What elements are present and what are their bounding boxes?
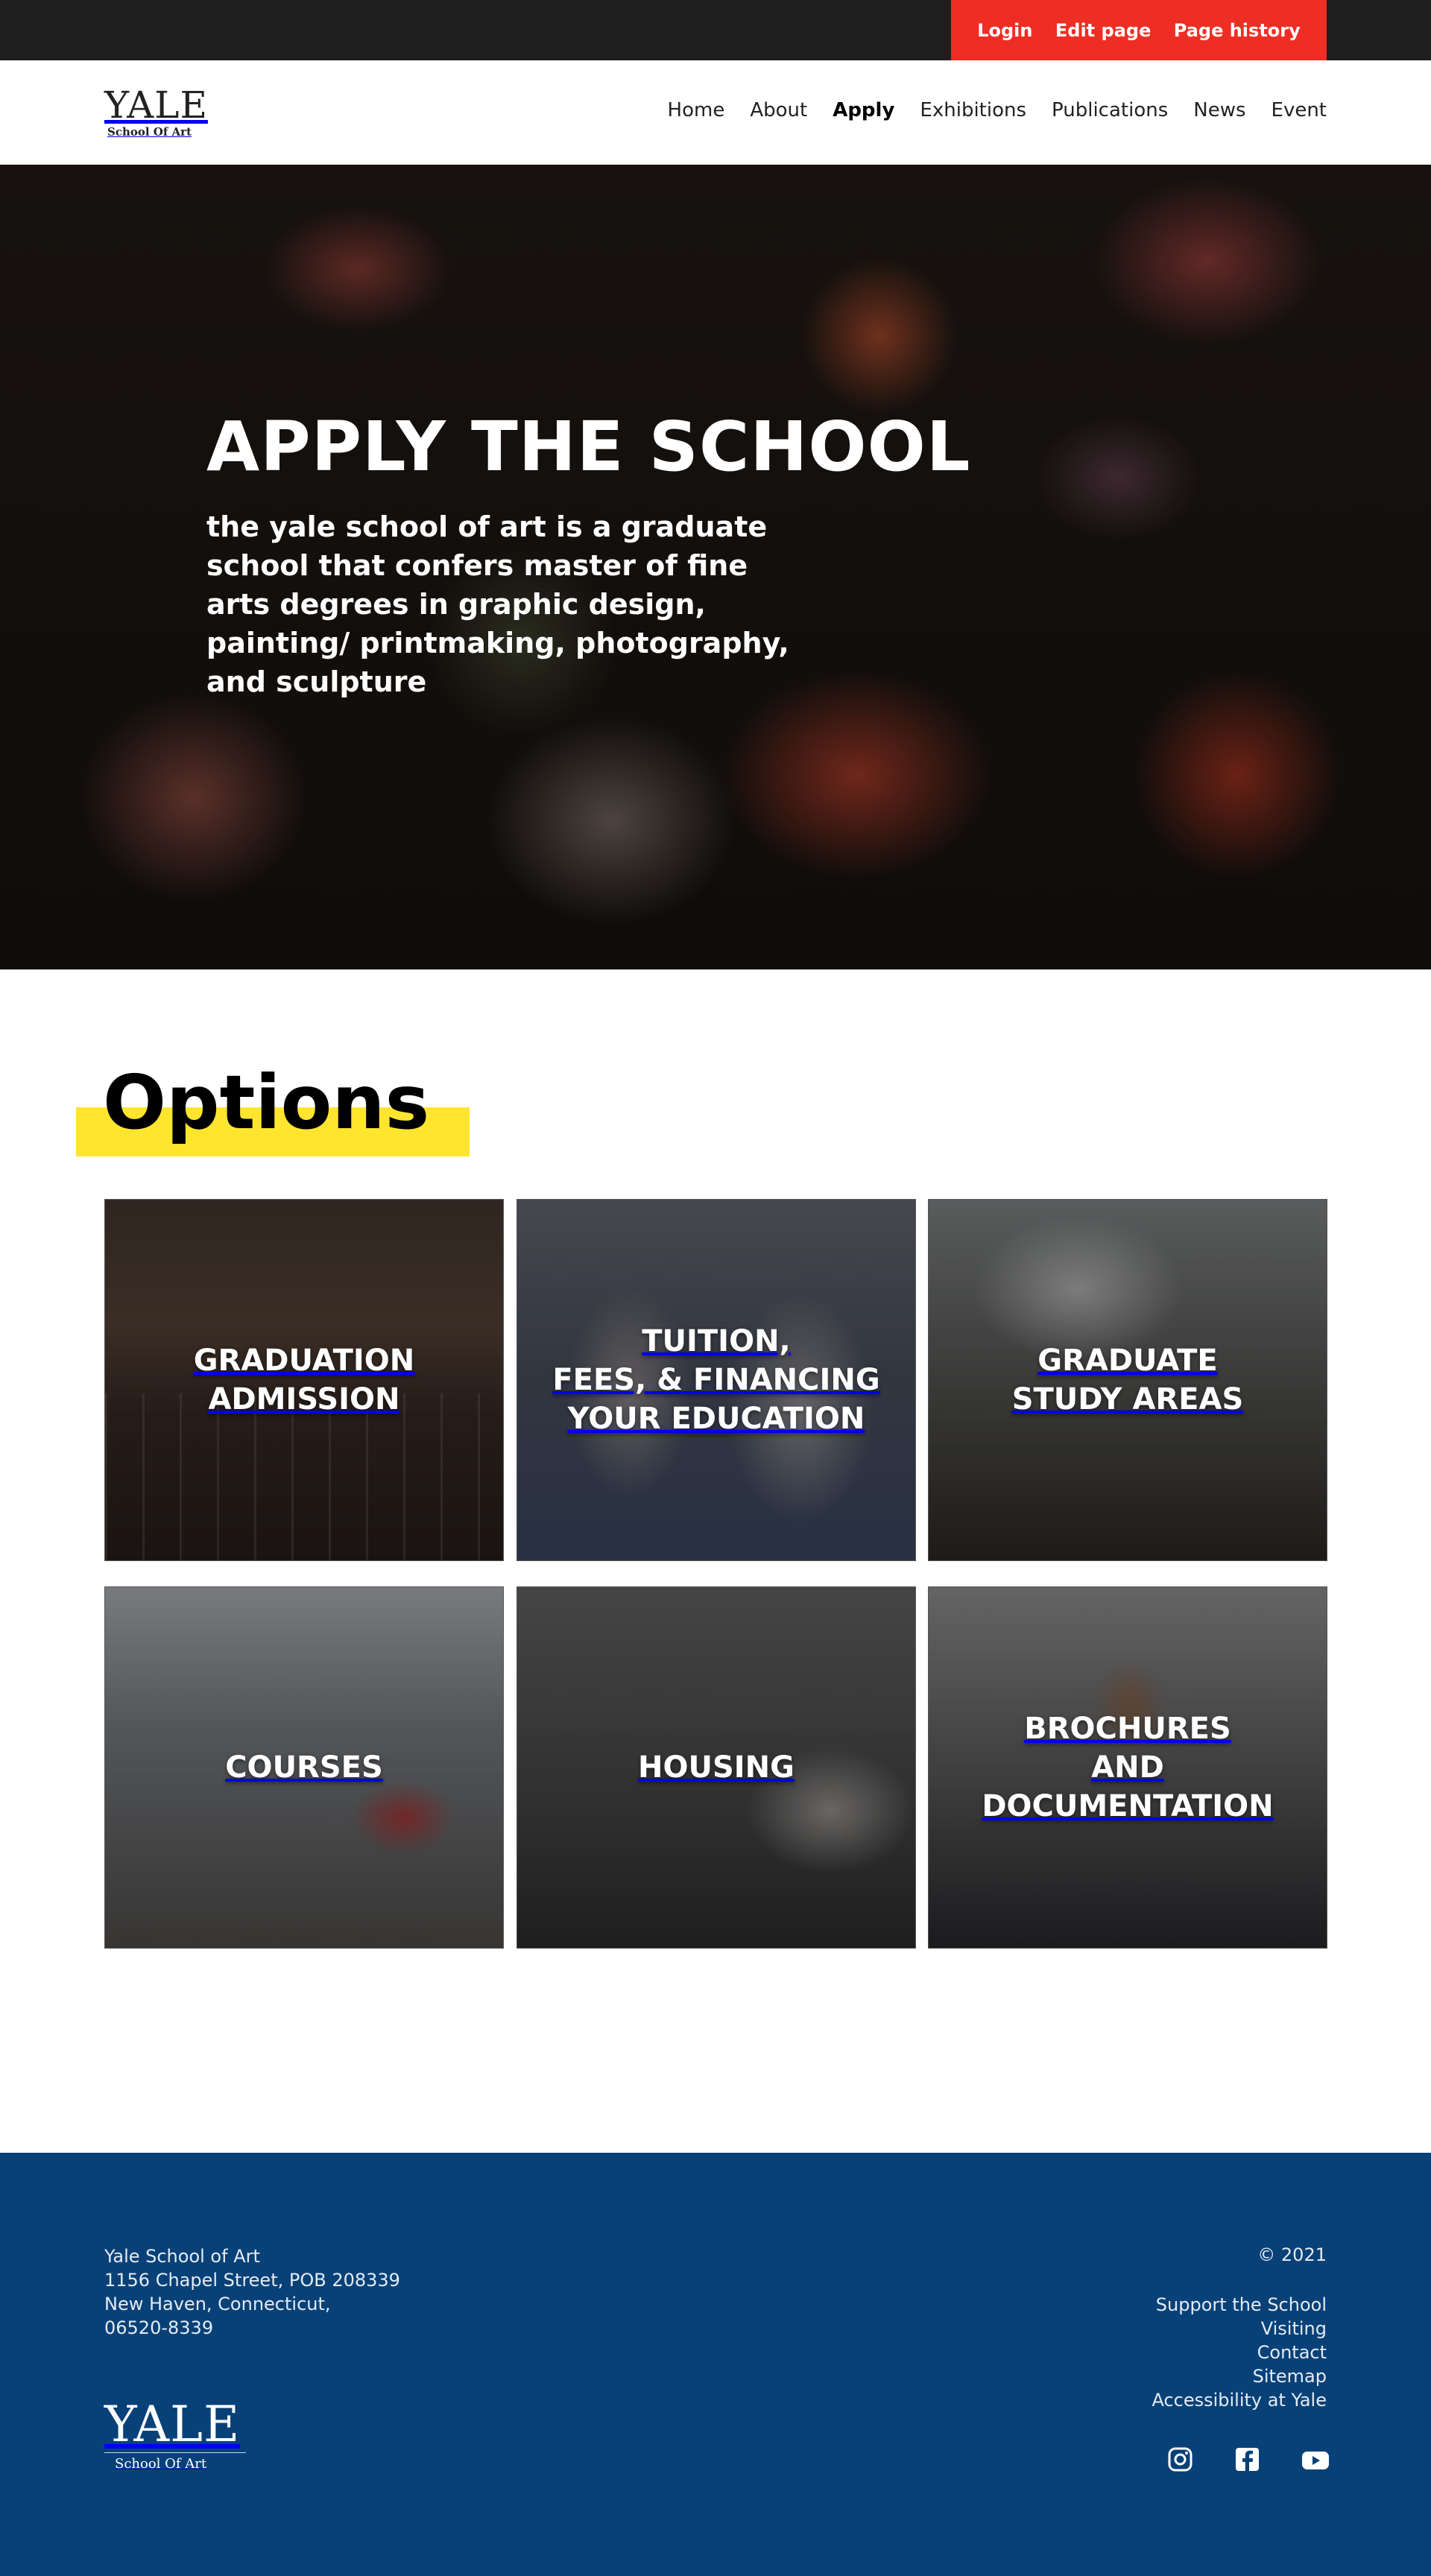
nav-item-home[interactable]: Home <box>668 99 725 121</box>
footer-logo[interactable]: YALE School Of Art <box>104 2399 250 2472</box>
nav-item-exhibitions[interactable]: Exhibitions <box>920 99 1026 121</box>
nav-item-apply[interactable]: Apply <box>833 99 894 121</box>
address-line: 1156 Chapel Street, POB 208339 <box>104 2270 400 2291</box>
footer-link-support[interactable]: Support the School <box>1152 2293 1327 2317</box>
footer-links: Support the School Visiting Contact Site… <box>1152 2293 1327 2412</box>
footer-logo-subtitle: School Of Art <box>115 2456 207 2472</box>
tile-brochures-documentation[interactable]: BROCHURES AND DOCUMENTATION <box>928 1586 1327 1949</box>
address-line: Yale School of Art <box>104 2246 260 2267</box>
copyright: © 2021 <box>1257 2244 1327 2265</box>
hero-title: APPLY THE SCHOOL <box>206 407 971 487</box>
tile-label: COURSES <box>225 1750 383 1785</box>
social-links <box>1168 2447 1329 2472</box>
utility-links: Login Edit page Page history <box>951 0 1327 60</box>
footer-link-sitemap[interactable]: Sitemap <box>1152 2364 1327 2388</box>
page-history-link[interactable]: Page history <box>1174 20 1301 41</box>
footer-link-contact[interactable]: Contact <box>1152 2341 1327 2364</box>
instagram-icon[interactable] <box>1168 2447 1192 2472</box>
footer-link-accessibility[interactable]: Accessibility at Yale <box>1152 2388 1327 2412</box>
tile-graduate-study-areas[interactable]: GRADUATE STUDY AREAS <box>928 1199 1327 1561</box>
logo-subtitle: School Of Art <box>107 125 192 139</box>
facebook-icon[interactable] <box>1235 2447 1260 2472</box>
hero-subtitle: the yale school of art is a graduate sch… <box>206 510 789 698</box>
nav-item-news[interactable]: News <box>1193 99 1245 121</box>
hero-banner: APPLY THE SCHOOL the yale school of art … <box>0 165 1431 969</box>
footer-address: Yale School of Art 1156 Chapel Street, P… <box>104 2244 400 2340</box>
main-nav: Home About Apply Exhibitions Publication… <box>642 97 1327 124</box>
tile-label: TUITION, FEES, & FINANCING YOUR EDUCATIO… <box>552 1324 880 1436</box>
tile-courses[interactable]: COURSES <box>104 1586 504 1949</box>
tile-housing[interactable]: HOUSING <box>517 1586 916 1949</box>
logo-wordmark: YALE <box>104 83 208 127</box>
options-title: Options <box>103 1059 430 1146</box>
nav-item-publications[interactable]: Publications <box>1052 99 1168 121</box>
edit-page-link[interactable]: Edit page <box>1055 20 1151 41</box>
tile-tuition-fees[interactable]: TUITION, FEES, & FINANCING YOUR EDUCATIO… <box>517 1199 916 1561</box>
tile-label: HOUSING <box>638 1750 795 1785</box>
address-line: 06520-8339 <box>104 2317 214 2338</box>
site-footer: Yale School of Art 1156 Chapel Street, P… <box>0 2153 1431 2576</box>
nav-item-event[interactable]: Event <box>1272 99 1327 121</box>
nav-item-about[interactable]: About <box>750 99 807 121</box>
footer-logo-wordmark: YALE <box>104 2396 241 2453</box>
footer-link-visiting[interactable]: Visiting <box>1152 2317 1327 2341</box>
login-link[interactable]: Login <box>977 20 1032 41</box>
tile-label: GRADUATION ADMISSION <box>193 1344 415 1417</box>
tile-graduation-admission[interactable]: GRADUATION ADMISSION <box>104 1199 504 1561</box>
top-utility-bar: Login Edit page Page history <box>0 0 1431 60</box>
address-line: New Haven, Connecticut, <box>104 2294 331 2314</box>
tile-label: GRADUATE STUDY AREAS <box>1011 1344 1244 1417</box>
options-heading: Options <box>76 1058 470 1159</box>
tile-label: BROCHURES AND DOCUMENTATION <box>982 1712 1274 1823</box>
youtube-icon[interactable] <box>1302 2447 1329 2472</box>
site-logo[interactable]: YALE School Of Art <box>104 86 209 143</box>
